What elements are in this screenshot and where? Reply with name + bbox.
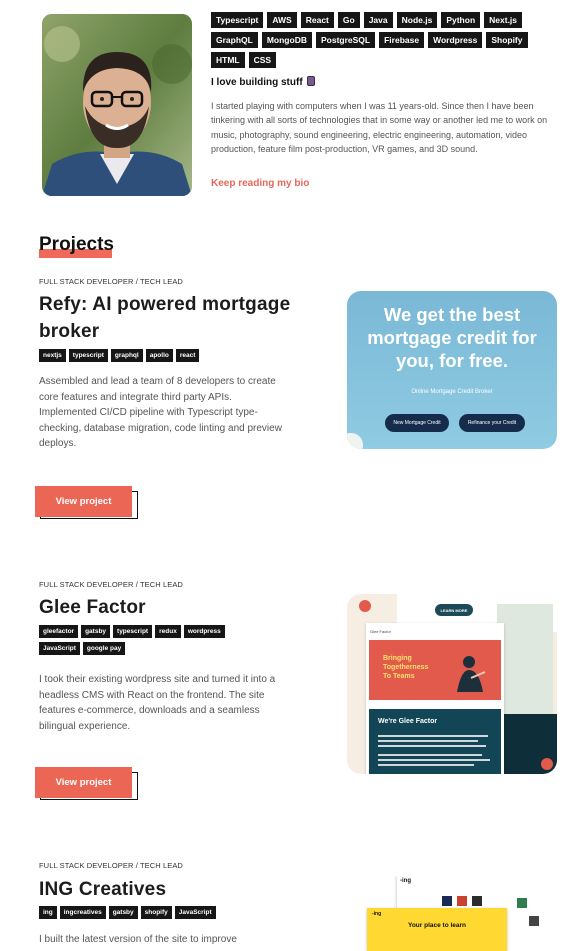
ing-front-page: -ing Your place to learn: [367, 908, 507, 951]
glee-nav-brand: Glee Factor: [370, 628, 391, 634]
project-title: ING Creatives: [39, 879, 167, 900]
tech-tag: Python: [441, 12, 481, 28]
project-role: FULL STACK DEVELOPER / TECH LEAD: [39, 277, 183, 286]
tech-tag: Typescript: [211, 12, 264, 28]
project-description: Assembled and lead a team of 8 developer…: [39, 376, 282, 449]
text-line: [378, 759, 490, 761]
project-tag: gatsby: [81, 625, 111, 638]
thumbnail: [517, 898, 527, 908]
decorative-circle: [347, 433, 363, 449]
tech-tag: Next.js: [484, 12, 523, 28]
project-tag: graphql: [110, 349, 143, 362]
project-tag: wordpress: [183, 625, 225, 638]
tech-tag: Go: [337, 12, 360, 28]
view-project-button[interactable]: View project: [35, 767, 132, 798]
project-tag-list: ing ingcreatives gatsby shopify JavaScript: [39, 906, 299, 919]
tech-tag: GraphQL: [211, 32, 258, 48]
glee-illustration-icon: [457, 656, 486, 692]
glee-factor-screenshot[interactable]: LEARN MORE Glee Factor Bringing Together…: [347, 594, 557, 774]
tech-tag: Node.js: [396, 12, 438, 28]
view-project-button[interactable]: View project: [35, 486, 132, 517]
tech-tag: React: [300, 12, 334, 28]
glee-front-page: Glee Factor Bringing Togetherness To Tea…: [366, 623, 504, 774]
refy-subtitle: Online Mortgage Credit Broker: [411, 389, 493, 395]
about-heading: I love building stuff: [211, 76, 315, 88]
refy-refinance-button: Refinance your Credit: [459, 414, 525, 432]
glee-about-title: We're Glee Factor: [378, 718, 438, 725]
project-tag: gleefactor: [39, 625, 79, 638]
ing-headline: Your place to learn: [407, 922, 467, 929]
project-tag-list: gleefactor gatsby typescript redux wordpress…: [39, 625, 249, 655]
project-description: I took their existing wordpress site and…: [39, 674, 276, 732]
tech-tag: Wordpress: [428, 32, 483, 48]
text-line: [378, 754, 482, 756]
project-tag: JavaScript: [39, 642, 80, 655]
project-tag: shopify: [140, 906, 172, 919]
portrait-illustration: [42, 14, 192, 196]
project-tag: ingcreatives: [59, 906, 106, 919]
project-title: Refy: AI powered mortgage broker: [39, 294, 291, 342]
decorative-circle: [541, 758, 553, 770]
project-tag: nextjs: [39, 349, 66, 362]
projects-heading: Projects: [39, 234, 114, 255]
text-line: [378, 764, 474, 766]
thumbnail: [472, 896, 482, 906]
refy-headline: We get the best mortgage credit for you,…: [367, 304, 537, 371]
refy-new-credit-button: New Mortgage Credit: [385, 414, 449, 432]
glee-hero-title: Bringing Togetherness To Teams: [383, 655, 429, 680]
project-tag: gatsby: [108, 906, 138, 919]
thumbnail: [442, 896, 452, 906]
text-line: [378, 745, 486, 747]
project-tag: google pay: [82, 642, 126, 655]
text-line: [378, 740, 478, 742]
tech-tag: Java: [363, 12, 393, 28]
project-title: Glee Factor: [39, 597, 146, 618]
glee-nav: Glee Factor: [366, 623, 504, 639]
project-tag: JavaScript: [174, 906, 216, 919]
tech-tag: Shopify: [486, 32, 528, 48]
project-role: FULL STACK DEVELOPER / TECH LEAD: [39, 861, 183, 870]
project-tag: react: [175, 349, 200, 362]
project-tag: redux: [155, 625, 181, 638]
phone-emoji-icon: [306, 76, 315, 86]
tech-tag: MongoDB: [261, 32, 312, 48]
glee-learn-more-pill: LEARN MORE: [435, 604, 473, 616]
tech-tag: PostgreSQL: [315, 32, 376, 48]
refy-screenshot[interactable]: We get the best mortgage credit for you,…: [347, 291, 557, 449]
ing-logo: -ing: [400, 878, 411, 884]
tech-tag: Firebase: [379, 32, 425, 48]
text-line: [378, 735, 488, 737]
project-tag-list: nextjs typescript graphql apollo react: [39, 349, 299, 362]
tech-tag: AWS: [267, 12, 297, 28]
ing-front-logo: -ing: [372, 911, 382, 917]
read-bio-link[interactable]: Keep reading my bio: [211, 178, 309, 189]
tech-tag: CSS: [248, 52, 277, 68]
project-role: FULL STACK DEVELOPER / TECH LEAD: [39, 580, 183, 589]
view-project-button-wrap: View project: [35, 767, 139, 802]
project-tag: ing: [39, 906, 57, 919]
thumbnail: [457, 896, 467, 906]
profile-photo: [42, 14, 192, 196]
decorative-circle: [359, 600, 371, 612]
glee-hero: Bringing Togetherness To Teams: [369, 640, 501, 700]
thumbnail: [529, 916, 539, 926]
about-paragraph: I started playing with computers when I …: [211, 101, 548, 154]
tech-tag-list: Typescript AWS React Go Java Node.js Python Nex…: [211, 12, 561, 68]
project-description: I built the latest version of the site t…: [39, 934, 237, 945]
view-project-button-wrap: View project: [35, 486, 139, 521]
ing-creatives-screenshot[interactable]: -ing -ing Your place to learn: [362, 876, 542, 951]
project-tag: typescript: [68, 349, 108, 362]
project-tag: typescript: [113, 625, 153, 638]
project-tag: apollo: [145, 349, 173, 362]
glee-about-section: We're Glee Factor: [369, 709, 501, 774]
tech-tag: HTML: [211, 52, 245, 68]
